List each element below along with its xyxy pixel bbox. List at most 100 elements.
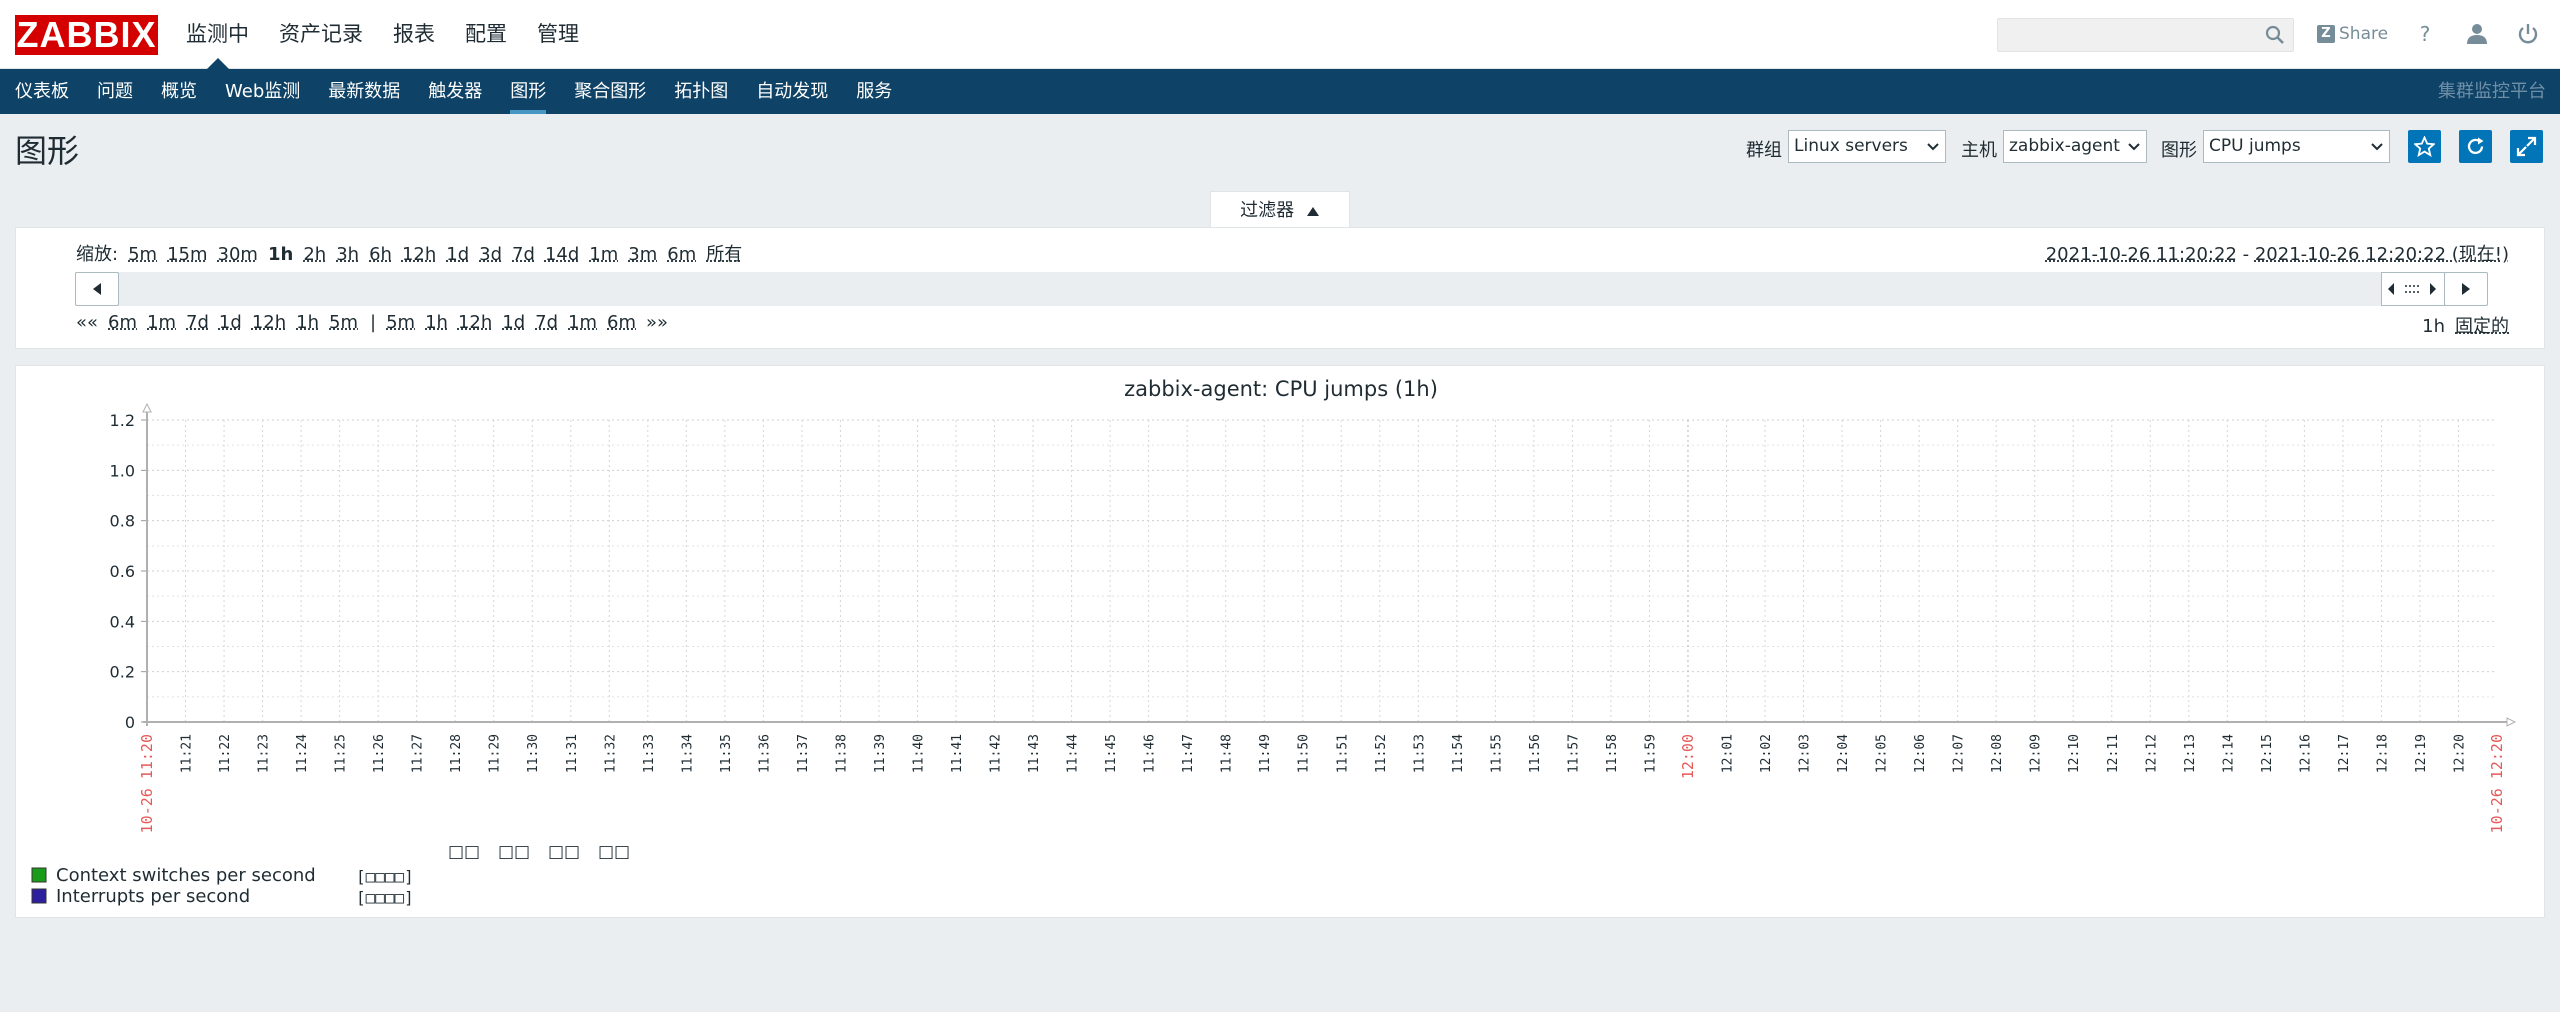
- menu-item-0[interactable]: 监测中: [186, 0, 249, 69]
- sub-menu-item-0[interactable]: 仪表板: [15, 69, 69, 114]
- zoom-option-9[interactable]: 3d: [479, 244, 502, 265]
- nav-forward-option-3[interactable]: 1d: [502, 312, 525, 333]
- group-select[interactable]: Linux servers: [1788, 130, 1946, 163]
- nav-forward-option-4[interactable]: 7d: [535, 312, 558, 333]
- zoom-option-15[interactable]: 所有: [706, 244, 742, 265]
- search-input[interactable]: [1998, 19, 2248, 51]
- menu-item-2[interactable]: 报表: [393, 0, 435, 69]
- x-tick-label-5: 11:26: [372, 734, 387, 773]
- zoom-option-7[interactable]: 12h: [402, 244, 436, 265]
- x-tick-label-34: 11:55: [1489, 734, 1504, 773]
- sub-menu-item-6[interactable]: 图形: [510, 69, 547, 114]
- zoom-option-11[interactable]: 14d: [545, 244, 579, 265]
- x-tick-label-40: 12:01: [1721, 734, 1736, 773]
- y-tick-label-3: 0.6: [110, 562, 135, 581]
- x-tick-label-54: 12:15: [2260, 734, 2275, 773]
- sub-menu-item-5[interactable]: 触发器: [428, 69, 482, 114]
- x-tick-label-36: 11:57: [1566, 734, 1581, 773]
- sub-menu-item-7[interactable]: 聚合图形: [574, 69, 646, 114]
- nav-back-option-6[interactable]: 5m: [329, 312, 358, 333]
- time-slider[interactable]: [75, 272, 2488, 306]
- add-to-favorites-button[interactable]: [2408, 130, 2441, 163]
- user-profile-icon[interactable]: [2463, 20, 2491, 48]
- zabbix-logo[interactable]: ZABBIX: [15, 15, 158, 55]
- sub-menu-item-3[interactable]: Web监测: [225, 69, 300, 114]
- zoom-option-0[interactable]: 5m: [128, 244, 157, 265]
- sub-menu-item-2[interactable]: 概览: [161, 69, 197, 114]
- zoom-option-14[interactable]: 6m: [667, 244, 696, 265]
- nav-forward-option-6[interactable]: 6m: [607, 312, 636, 333]
- x-tick-label-12: 11:33: [642, 734, 657, 773]
- nav-back-option-2[interactable]: 7d: [186, 312, 209, 333]
- cpu-jumps-chart[interactable]: zabbix-agent: CPU jumps (1h) 0 0.2 0.4 0.6 0.…: [16, 366, 2546, 919]
- zoom-option-3[interactable]: 1h: [268, 244, 293, 265]
- chevron-down-icon: [2371, 143, 2383, 151]
- host-select[interactable]: zabbix-agent: [2003, 130, 2147, 163]
- nav-back-option-0[interactable]: 6m: [108, 312, 137, 333]
- refresh-button[interactable]: [2459, 130, 2492, 163]
- zabbix-share-icon: Z: [2317, 25, 2335, 43]
- time-range: 2021-10-26 11:20:22 - 2021-10-26 12:20:2…: [2045, 244, 2509, 265]
- nav-forward-option-2[interactable]: 12h: [458, 312, 492, 333]
- help-icon[interactable]: ?: [2411, 20, 2439, 48]
- slider-right-button[interactable]: [2444, 272, 2488, 306]
- x-tick-label-45: 12:06: [1913, 734, 1928, 773]
- time-to[interactable]: 2021-10-26 12:20:22 (现在!): [2255, 244, 2509, 265]
- nav-forward-option-5[interactable]: 1m: [568, 312, 597, 333]
- legend-header-3: □□: [598, 842, 630, 862]
- fullscreen-button[interactable]: [2510, 130, 2543, 163]
- nav-back-option-5[interactable]: 1h: [296, 312, 319, 333]
- x-tick-label-47: 12:08: [1990, 734, 2005, 773]
- sub-menu-item-8[interactable]: 拓扑图: [674, 69, 728, 114]
- y-tick-label-1: 0.2: [110, 663, 135, 682]
- zoom-label: 缩放:: [76, 244, 119, 265]
- nav-forward-option-0[interactable]: 5m: [386, 312, 415, 333]
- zoom-option-10[interactable]: 7d: [512, 244, 535, 265]
- graph-select[interactable]: CPU jumps: [2203, 130, 2390, 163]
- chevron-down-icon: [1927, 143, 1939, 151]
- x-tick-label-42: 12:03: [1798, 734, 1813, 773]
- zoom-option-6[interactable]: 6h: [369, 244, 392, 265]
- nav-back-option-4[interactable]: 12h: [252, 312, 286, 333]
- fixed-toggle[interactable]: 固定的: [2455, 316, 2509, 337]
- slider-left-button[interactable]: [75, 272, 119, 306]
- x-tick-label-56: 12:17: [2337, 734, 2352, 773]
- sub-menu-item-10[interactable]: 服务: [856, 69, 892, 114]
- caret-up-icon: [1306, 207, 1319, 216]
- sub-menu-item-4[interactable]: 最新数据: [328, 69, 400, 114]
- share-link[interactable]: Z Share: [2317, 23, 2388, 45]
- x-tick-label-48: 12:09: [2029, 734, 2044, 773]
- search-icon[interactable]: [2265, 25, 2285, 45]
- zoom-option-8[interactable]: 1d: [446, 244, 469, 265]
- menu-item-4[interactable]: 管理: [537, 0, 579, 69]
- nav-back-option-3[interactable]: 1d: [219, 312, 242, 333]
- chevron-down-icon: [2128, 143, 2140, 151]
- zoom-option-1[interactable]: 15m: [167, 244, 207, 265]
- filter-tab[interactable]: 过滤器: [1210, 191, 1350, 229]
- sub-menu-item-9[interactable]: 自动发现: [756, 69, 828, 114]
- main-menu: 监测中 资产记录 报表 配置 管理: [186, 0, 609, 69]
- sub-menu-item-1[interactable]: 问题: [97, 69, 133, 114]
- zoom-option-5[interactable]: 3h: [336, 244, 359, 265]
- zoom-option-13[interactable]: 3m: [628, 244, 657, 265]
- nav-forward-arrow[interactable]: »»: [646, 312, 668, 333]
- x-tick-label-14: 11:35: [719, 734, 734, 773]
- x-tick-label-55: 12:16: [2298, 734, 2313, 773]
- nav-back-arrow[interactable]: ««: [76, 312, 98, 333]
- nav-forward-option-1[interactable]: 1h: [425, 312, 448, 333]
- x-tick-label-6: 11:27: [411, 734, 426, 773]
- zoom-option-4[interactable]: 2h: [303, 244, 326, 265]
- x-tick-label-23: 11:44: [1066, 734, 1081, 773]
- menu-item-3[interactable]: 配置: [465, 0, 507, 69]
- arrow-left-icon: [93, 283, 101, 295]
- zoom-option-2[interactable]: 30m: [218, 244, 258, 265]
- slider-handle[interactable]: [2381, 272, 2445, 306]
- x-tick-label-22: 11:43: [1027, 734, 1042, 773]
- x-start-label: 10-26 11:20: [138, 734, 156, 833]
- zoom-option-12[interactable]: 1m: [589, 244, 618, 265]
- nav-back-option-1[interactable]: 1m: [147, 312, 176, 333]
- time-from[interactable]: 2021-10-26 11:20:22: [2046, 244, 2237, 265]
- menu-item-1[interactable]: 资产记录: [279, 0, 363, 69]
- sign-out-icon[interactable]: [2514, 20, 2542, 48]
- host-select-value: zabbix-agent: [2009, 136, 2120, 156]
